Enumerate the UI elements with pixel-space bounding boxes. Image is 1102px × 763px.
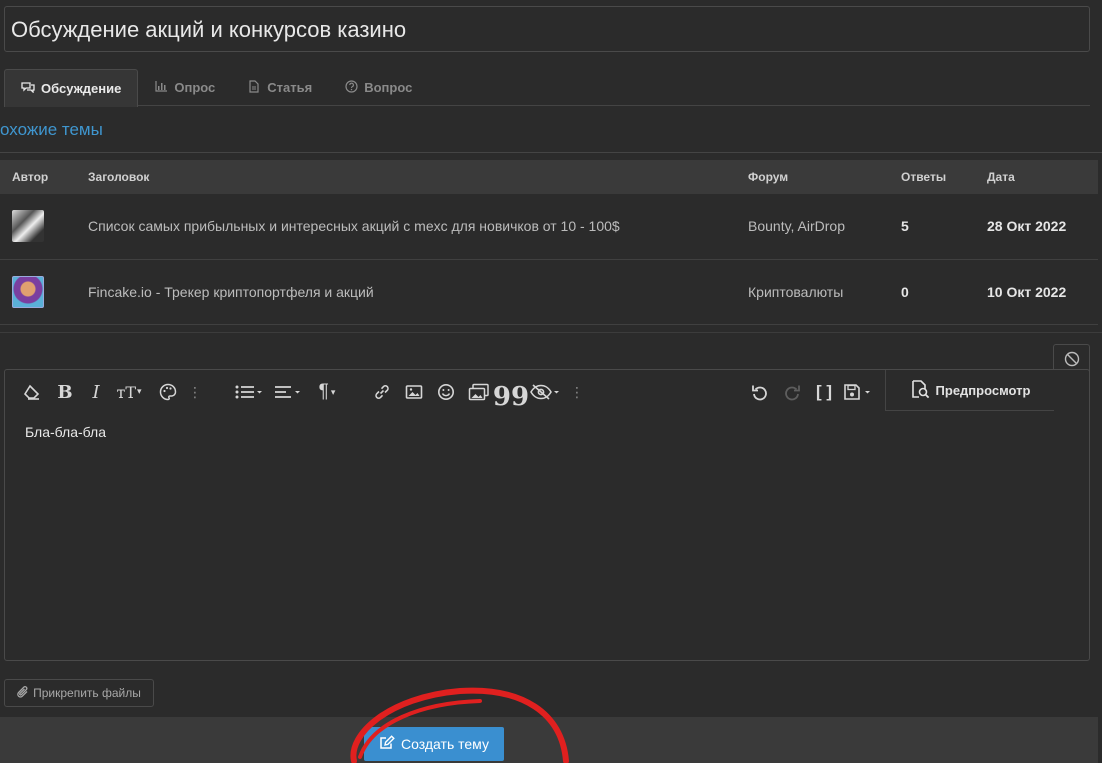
column-header-author: Автор — [12, 170, 49, 184]
editor-toolbar: B I тT ▾ ⋮ ¶ ▾ 99 ⋮ [] Предпросмотр — [5, 370, 1089, 414]
thread-title-link[interactable]: Список самых прибыльных и интересных акц… — [76, 194, 736, 259]
tab-label: Опрос — [174, 80, 216, 95]
quote-icon[interactable]: 99 — [493, 380, 529, 412]
divider — [0, 332, 1102, 333]
attach-files-button[interactable]: Прикрепить файлы — [4, 679, 154, 707]
more-options-icon[interactable]: ⋮ — [570, 380, 584, 404]
editor-content[interactable]: Бла-бла-бла — [25, 424, 106, 440]
author-cell — [0, 194, 76, 259]
form-footer — [0, 717, 1098, 763]
question-icon — [344, 79, 358, 96]
thread-title-input[interactable]: Обсуждение акций и конкурсов казино — [4, 6, 1090, 52]
post-type-tabs: Обсуждение Опрос Статья Вопрос — [4, 69, 1090, 107]
divider — [0, 152, 1102, 153]
spoiler-icon[interactable] — [529, 380, 561, 404]
column-header-forum: Форум — [748, 170, 789, 184]
tab-label: Статья — [267, 80, 313, 95]
image-icon[interactable] — [403, 380, 425, 404]
create-thread-button[interactable]: Создать тему — [364, 727, 504, 761]
create-label: Создать тему — [401, 736, 489, 752]
paperclip-icon — [17, 685, 29, 702]
more-options-icon[interactable]: ⋮ — [188, 380, 202, 404]
bar-chart-icon — [154, 80, 168, 95]
preview-button[interactable]: Предпросмотр — [885, 370, 1054, 411]
similar-threads-table: Автор Заголовок Форум Ответы Дата Список… — [0, 160, 1098, 325]
table-row[interactable]: Список самых прибыльных и интересных акц… — [0, 194, 1098, 259]
comments-icon — [21, 81, 35, 96]
media-icon[interactable] — [467, 380, 491, 404]
align-icon[interactable] — [273, 380, 303, 404]
column-header-title: Заголовок — [88, 170, 150, 184]
column-header-date: Дата — [987, 170, 1015, 184]
tab-poll[interactable]: Опрос — [138, 69, 231, 106]
smiley-icon[interactable] — [435, 380, 457, 404]
link-icon[interactable] — [371, 380, 393, 404]
forum-link[interactable]: Криптовалюты — [736, 259, 889, 324]
attach-label: Прикрепить файлы — [33, 686, 141, 700]
table-row[interactable]: Fincake.io - Трекер криптопортфеля и акц… — [0, 259, 1098, 324]
avatar[interactable] — [12, 210, 44, 243]
tab-discussion[interactable]: Обсуждение — [4, 69, 139, 107]
table-header-row: Автор Заголовок Форум Ответы Дата — [0, 160, 1098, 194]
text-size-icon[interactable]: тT ▾ — [111, 380, 147, 404]
preview-icon — [910, 379, 930, 402]
document-icon — [247, 79, 261, 96]
bold-icon[interactable]: B — [55, 380, 75, 404]
edit-icon — [379, 735, 395, 753]
list-icon[interactable] — [233, 380, 265, 404]
similar-threads-heading: охожие темы — [0, 120, 103, 139]
save-drafts-icon[interactable] — [841, 380, 875, 404]
author-cell — [0, 259, 76, 324]
preview-label: Предпросмотр — [935, 382, 1031, 398]
tab-label: Обсуждение — [41, 81, 122, 96]
avatar[interactable] — [12, 275, 44, 308]
tab-article[interactable]: Статья — [231, 69, 328, 106]
replies-count: 5 — [901, 218, 909, 235]
thread-date: 10 Окт 2022 — [987, 283, 1067, 300]
paragraph-icon[interactable]: ¶ ▾ — [311, 380, 343, 404]
tab-question[interactable]: Вопрос — [328, 69, 428, 106]
thread-date: 28 Окт 2022 — [987, 218, 1067, 235]
italic-icon[interactable]: I — [87, 380, 105, 404]
bbcode-icon[interactable]: [ ] — [813, 380, 835, 404]
tab-label: Вопрос — [364, 80, 413, 95]
eraser-icon[interactable] — [21, 380, 43, 404]
forum-link[interactable]: Bounty, AirDrop — [736, 194, 889, 259]
rich-text-editor[interactable]: B I тT ▾ ⋮ ¶ ▾ 99 ⋮ [] Предпросмотр Бла… — [4, 369, 1090, 661]
thread-title-link[interactable]: Fincake.io - Трекер криптопортфеля и акц… — [76, 259, 736, 324]
column-header-replies: Ответы — [901, 170, 947, 184]
replies-count: 0 — [901, 283, 909, 300]
redo-icon[interactable] — [781, 380, 803, 404]
palette-icon[interactable] — [157, 380, 179, 404]
undo-icon[interactable] — [749, 380, 771, 404]
